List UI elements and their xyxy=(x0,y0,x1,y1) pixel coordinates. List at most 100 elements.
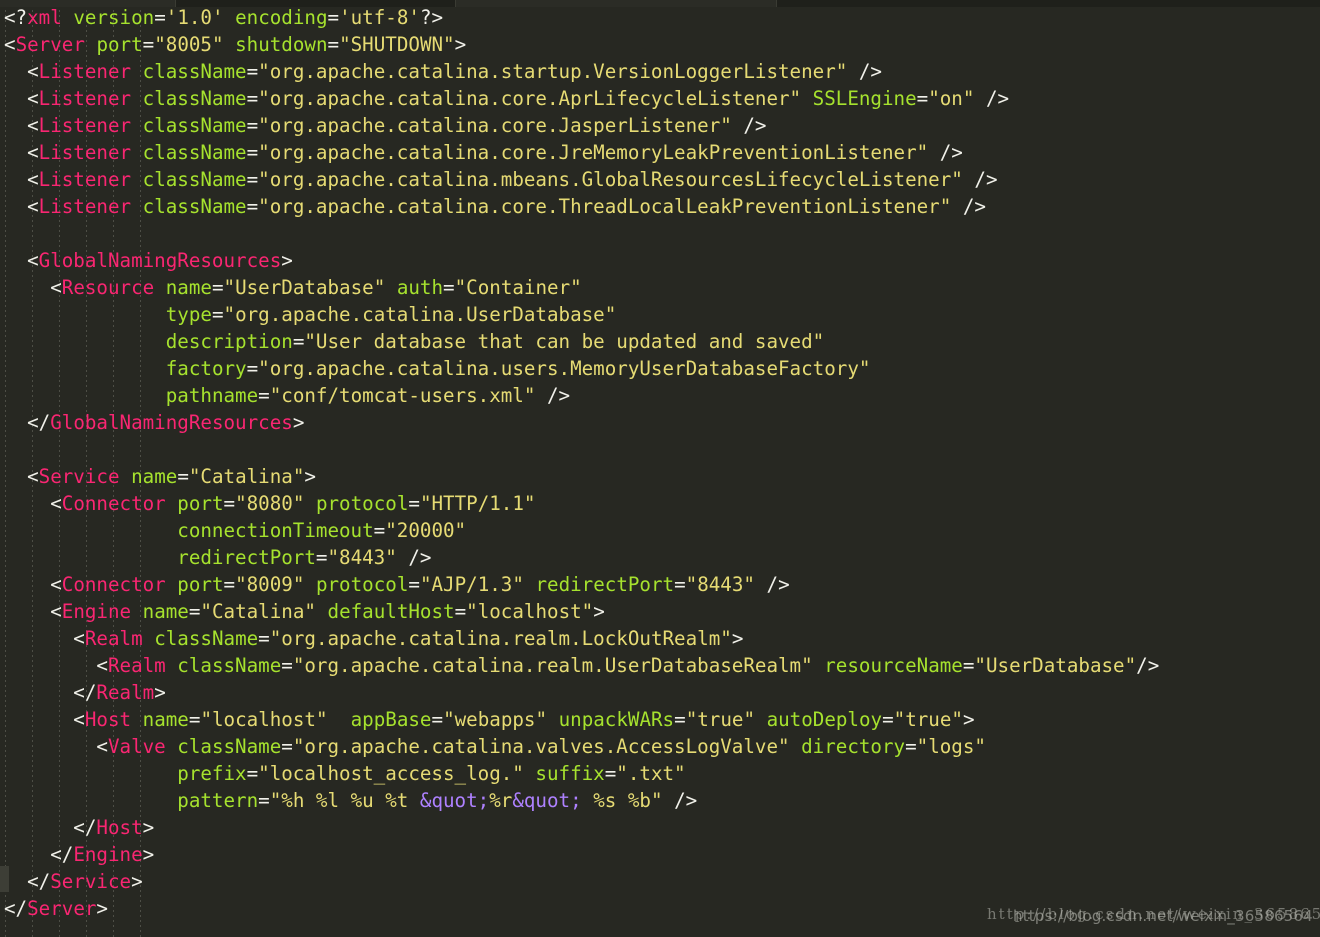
code-line[interactable]: connectionTimeout="20000" xyxy=(4,517,1320,544)
code-line[interactable]: <GlobalNamingResources> xyxy=(4,247,1320,274)
token-val: "UserDatabase" xyxy=(223,276,386,299)
code-line[interactable]: <Service name="Catalina"> xyxy=(4,463,1320,490)
token-punct: = xyxy=(223,573,236,596)
code-line[interactable]: <?xml version='1.0' encoding='utf-8'?> xyxy=(4,4,1320,31)
token-punct: = xyxy=(211,303,224,326)
token-val: "webapps" xyxy=(443,708,548,731)
token-tag: Realm xyxy=(96,681,155,704)
code-line[interactable]: <Engine name="Catalina" defaultHost="loc… xyxy=(4,598,1320,625)
code-line[interactable]: <Connector port="8009" protocol="AJP/1.3… xyxy=(4,571,1320,598)
code-line[interactable]: </Engine> xyxy=(4,841,1320,868)
token-attr: className xyxy=(142,114,247,137)
code-line[interactable]: description="User database that can be u… xyxy=(4,328,1320,355)
code-line[interactable]: <Listener className="org.apache.catalina… xyxy=(4,112,1320,139)
token-val: "Catalina" xyxy=(200,600,316,623)
code-line[interactable]: </Host> xyxy=(4,814,1320,841)
code-line[interactable] xyxy=(4,220,1320,247)
token-punct: /> xyxy=(396,546,432,569)
code-line[interactable]: prefix="localhost_access_log." suffix=".… xyxy=(4,760,1320,787)
token-punct xyxy=(131,708,143,731)
token-attr: className xyxy=(142,168,247,191)
token-attr: className xyxy=(177,735,282,758)
token-punct xyxy=(790,735,802,758)
code-line[interactable]: <Listener className="org.apache.catalina… xyxy=(4,139,1320,166)
token-punct: < xyxy=(4,141,39,164)
token-punct: < xyxy=(4,600,62,623)
token-punct: = xyxy=(962,654,975,677)
token-val: "logs" xyxy=(916,735,986,758)
token-val: "localhost" xyxy=(466,600,594,623)
token-punct xyxy=(131,141,143,164)
token-val: "localhost_access_log." xyxy=(258,762,524,785)
token-val: "SHUTDOWN" xyxy=(339,33,455,56)
code-editor-pane[interactable]: <?xml version='1.0' encoding='utf-8'?> <S… xyxy=(0,0,1320,937)
token-val: "Container" xyxy=(454,276,582,299)
token-val: "HTTP/1.1" xyxy=(419,492,536,515)
code-line[interactable]: pattern="%h %l %u %t &quot;%r&quot; %s %… xyxy=(4,787,1320,814)
token-punct: < xyxy=(4,465,39,488)
token-punct: = xyxy=(916,87,929,110)
token-val: "localhost" xyxy=(200,708,328,731)
token-punct xyxy=(131,87,143,110)
token-punct: = xyxy=(258,384,270,407)
token-val: "User database that can be updated and s… xyxy=(304,330,825,353)
token-punct: < xyxy=(4,708,85,731)
token-attr: pattern xyxy=(177,789,259,812)
token-attr: name xyxy=(131,465,178,488)
xml-source-code[interactable]: <?xml version='1.0' encoding='utf-8'?> <S… xyxy=(0,0,1320,922)
token-val: "org.apache.catalina.realm.UserDatabaseR… xyxy=(292,654,813,677)
code-line[interactable]: <Resource name="UserDatabase" auth="Cont… xyxy=(4,274,1320,301)
code-line[interactable]: <Server port="8005" shutdown="SHUTDOWN"> xyxy=(4,31,1320,58)
token-punct xyxy=(4,762,177,785)
token-val: "true" xyxy=(893,708,963,731)
code-line[interactable]: factory="org.apache.catalina.users.Memor… xyxy=(4,355,1320,382)
token-punct xyxy=(4,330,166,353)
token-tag: GlobalNamingResources xyxy=(38,249,282,272)
token-punct xyxy=(224,33,236,56)
token-val: "org.apache.catalina.core.JasperListener… xyxy=(258,114,732,137)
token-attr: auth xyxy=(396,276,444,299)
code-line[interactable]: <Connector port="8080" protocol="HTTP/1.… xyxy=(4,490,1320,517)
token-punct xyxy=(547,708,559,731)
token-punct: </ xyxy=(4,816,97,839)
token-punct xyxy=(166,492,178,515)
token-punct: /> xyxy=(662,789,698,812)
token-tag: Engine xyxy=(61,600,132,623)
token-punct xyxy=(166,573,178,596)
token-punct xyxy=(304,492,316,515)
token-punct: = xyxy=(315,546,328,569)
code-line[interactable]: <Listener className="org.apache.catalina… xyxy=(4,58,1320,85)
tab-strip-segment-active xyxy=(455,0,777,7)
code-line[interactable]: </Realm> xyxy=(4,679,1320,706)
token-punct: = xyxy=(223,492,236,515)
token-punct: <? xyxy=(4,6,28,29)
code-line[interactable] xyxy=(4,436,1320,463)
code-line[interactable]: <Realm className="org.apache.catalina.re… xyxy=(4,652,1320,679)
code-line[interactable]: <Realm className="org.apache.catalina.re… xyxy=(4,625,1320,652)
code-line[interactable]: type="org.apache.catalina.UserDatabase" xyxy=(4,301,1320,328)
token-punct xyxy=(143,627,155,650)
token-val: "true" xyxy=(685,708,755,731)
token-punct: = xyxy=(327,33,340,56)
token-punct: = xyxy=(281,654,293,677)
code-line[interactable]: <Listener className="org.apache.catalina… xyxy=(4,166,1320,193)
token-tag: Connector xyxy=(61,492,166,515)
token-attr: name xyxy=(142,600,189,623)
token-punct: < xyxy=(4,168,39,191)
token-punct xyxy=(813,654,825,677)
code-line[interactable]: <Host name="localhost" appBase="webapps"… xyxy=(4,706,1320,733)
token-attr: name xyxy=(142,708,189,731)
code-line[interactable]: </Service> xyxy=(4,868,1320,895)
token-punct xyxy=(154,276,166,299)
code-line[interactable]: redirectPort="8443" /> xyxy=(4,544,1320,571)
code-line[interactable]: pathname="conf/tomcat-users.xml" /> xyxy=(4,382,1320,409)
token-punct xyxy=(166,654,178,677)
code-line[interactable]: <Listener className="org.apache.catalina… xyxy=(4,85,1320,112)
token-punct: /> xyxy=(731,114,767,137)
code-line[interactable]: <Valve className="org.apache.catalina.va… xyxy=(4,733,1320,760)
token-val: "org.apache.catalina.core.AprLifecycleLi… xyxy=(258,87,802,110)
token-punct: </ xyxy=(4,411,51,434)
code-line[interactable]: </GlobalNamingResources> xyxy=(4,409,1320,436)
code-line[interactable]: <Listener className="org.apache.catalina… xyxy=(4,193,1320,220)
token-punct xyxy=(4,546,177,569)
